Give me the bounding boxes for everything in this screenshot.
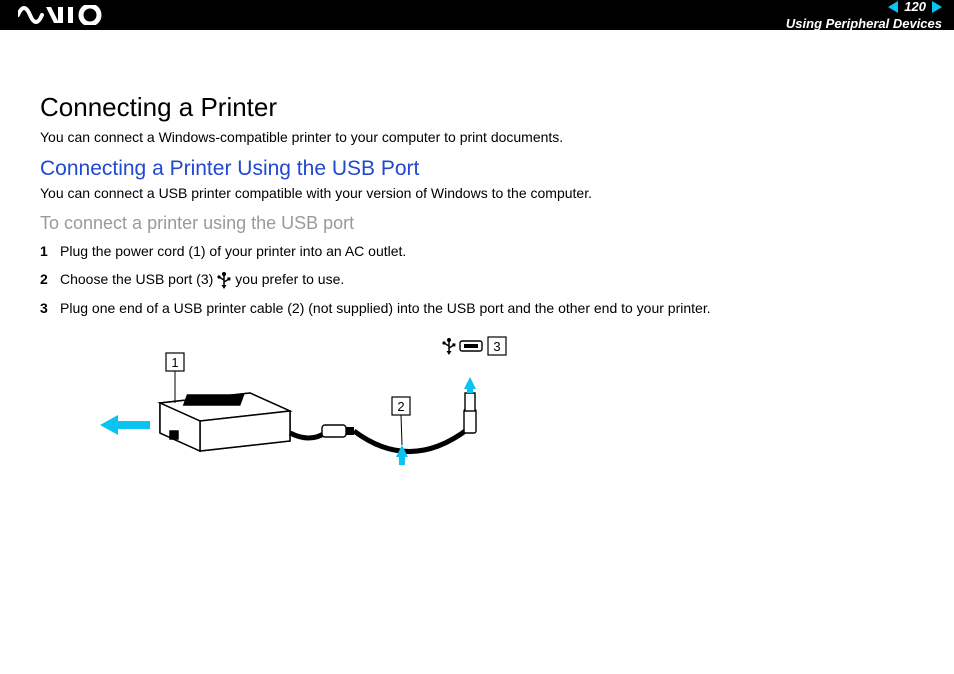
- step-2: 2 Choose the USB port (3) you prefer to …: [40, 268, 914, 290]
- section-title: Using Peripheral Devices: [786, 16, 942, 31]
- page-number: 120: [902, 0, 928, 14]
- step-1: 1 Plug the power cord (1) of your printe…: [40, 240, 914, 262]
- section-subtitle: Connecting a Printer Using the USB Port: [40, 157, 914, 181]
- vaio-logo: [18, 5, 114, 25]
- step-number: 3: [40, 297, 60, 319]
- step-3: 3 Plug one end of a USB printer cable (2…: [40, 297, 914, 319]
- page-nav: 120: [888, 0, 942, 14]
- callout-3-label: 3: [493, 339, 500, 354]
- step-text-b: you prefer to use.: [235, 268, 344, 290]
- step-text: Plug one end of a USB printer cable (2) …: [60, 297, 711, 319]
- usb-icon: [217, 271, 231, 289]
- task-title: To connect a printer using the USB port: [40, 213, 914, 234]
- content-area: Connecting a Printer You can connect a W…: [0, 30, 954, 508]
- steps-list: 1 Plug the power cord (1) of your printe…: [40, 240, 914, 319]
- callout-2-label: 2: [397, 399, 404, 414]
- next-page-arrow-icon[interactable]: [932, 1, 942, 13]
- step-number: 1: [40, 240, 60, 262]
- step-text-a: Choose the USB port (3): [60, 268, 213, 290]
- step-text: Plug the power cord (1) of your printer …: [60, 240, 406, 262]
- connection-diagram: 1 2: [100, 333, 914, 498]
- header-bar: 120 Using Peripheral Devices: [0, 0, 954, 30]
- step-number: 2: [40, 268, 60, 290]
- intro-text: You can connect a Windows-compatible pri…: [40, 129, 914, 145]
- prev-page-arrow-icon[interactable]: [888, 1, 898, 13]
- page-title: Connecting a Printer: [40, 92, 914, 123]
- sub-intro-text: You can connect a USB printer compatible…: [40, 185, 914, 201]
- callout-1-label: 1: [171, 355, 178, 370]
